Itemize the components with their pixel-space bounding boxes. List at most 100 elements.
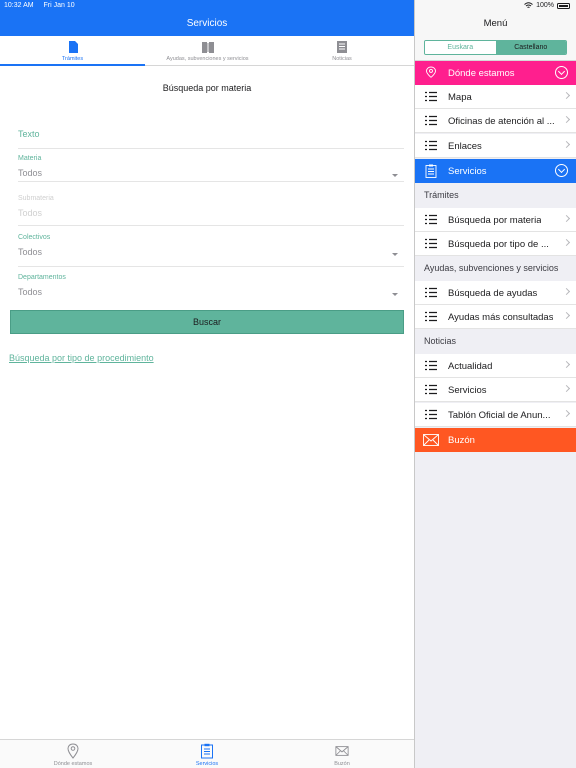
envelope-icon <box>423 434 439 446</box>
departamentos-value: Todos <box>18 287 43 297</box>
menu-item-oficinas[interactable]: Oficinas de atención al ... <box>415 109 576 133</box>
bottom-tab-servicios[interactable]: Servicios <box>167 743 247 767</box>
list-icon <box>425 115 437 126</box>
menu-item-label: Servicios <box>448 166 487 177</box>
submateria-select: Submateria Todos <box>18 195 404 226</box>
submateria-value: Todos <box>18 208 43 218</box>
bottom-tab-buzon-label: Buzón <box>334 761 350 767</box>
menu-item-servicios-noticias[interactable]: Servicios <box>415 378 576 402</box>
colectivos-label: Colectivos <box>18 234 51 241</box>
list-icon <box>425 311 437 322</box>
list-icon <box>425 91 437 102</box>
list-icon <box>425 140 437 151</box>
field-underline <box>18 148 404 149</box>
chevron-down-icon <box>392 293 398 296</box>
departamentos-label: Departamentos <box>18 274 66 281</box>
menu-item-label: Tablón Oficial de Anun... <box>448 410 551 421</box>
menu-item-label: Búsqueda por materia <box>448 215 542 226</box>
menu-item-label: Servicios <box>448 385 487 396</box>
tab-noticias[interactable]: Noticias <box>270 36 414 66</box>
menu-item-busqueda-tipo[interactable]: Búsqueda por tipo de ... <box>415 232 576 256</box>
chevron-circle-down-icon <box>555 66 568 79</box>
chevron-right-icon <box>562 360 571 369</box>
section-header-label: Noticias <box>424 336 457 346</box>
menu-item-busqueda-ayudas[interactable]: Búsqueda de ayudas <box>415 281 576 305</box>
nav-title: Servicios <box>186 18 228 29</box>
bottom-tab-servicios-label: Servicios <box>195 761 219 767</box>
menu-item-donde-estamos[interactable]: Dónde estamos <box>415 61 576 85</box>
submateria-label: Submateria <box>18 195 54 202</box>
status-bar-left: 10:32 AM Fri Jan 10 <box>4 2 83 9</box>
list-icon <box>425 384 437 395</box>
page-title: Búsqueda por materia <box>162 83 252 93</box>
field-underline <box>18 225 404 226</box>
list-icon <box>425 360 437 371</box>
colectivos-select[interactable]: Colectivos Todos <box>18 234 404 267</box>
language-castellano[interactable]: Castellano <box>495 41 566 54</box>
menu-item-mapa[interactable]: Mapa <box>415 85 576 109</box>
newspaper-icon <box>337 41 347 53</box>
section-header-tramites: Trámites <box>415 183 576 208</box>
menu-item-label: Mapa <box>448 92 472 103</box>
bottom-tab-donde-label: Dónde estamos <box>53 761 93 767</box>
materia-select[interactable]: Materia Todos <box>18 155 404 182</box>
tab-ayudas[interactable]: Ayudas, subvenciones y servicios <box>145 36 270 66</box>
menu-item-tablon[interactable]: Tablón Oficial de Anun... <box>415 403 576 427</box>
chevron-right-icon <box>562 287 571 296</box>
colectivos-value: Todos <box>18 247 43 257</box>
chevron-circle-down-icon <box>555 164 568 177</box>
list-icon <box>425 409 437 420</box>
menu-item-label: Enlaces <box>448 141 482 152</box>
top-tab-bar: Trámites Ayudas, subvenciones y servicio… <box>0 36 414 66</box>
section-header-label: Ayudas, subvenciones y servicios <box>424 263 559 273</box>
list-icon <box>425 287 437 298</box>
chevron-right-icon <box>562 115 571 124</box>
chevron-right-icon <box>562 409 571 418</box>
language-selector: Euskara Castellano <box>424 40 567 55</box>
chevron-right-icon <box>562 140 571 149</box>
chevron-right-icon <box>562 311 571 320</box>
battery-icon <box>557 2 570 9</box>
menu-header: Menú Euskara Castellano <box>415 0 576 61</box>
menu-item-enlaces[interactable]: Enlaces <box>415 134 576 158</box>
menu-item-servicios[interactable]: Servicios <box>415 159 576 183</box>
language-euskara[interactable]: Euskara <box>425 41 496 54</box>
field-underline <box>18 266 404 267</box>
location-pin-icon <box>67 743 79 759</box>
menu-title: Menú <box>483 18 508 29</box>
menu-item-actualidad[interactable]: Actualidad <box>415 354 576 378</box>
list-icon <box>425 238 437 249</box>
bottom-tab-bar: Dónde estamos Servicios Buzón <box>0 739 414 768</box>
menu-item-ayudas-consultadas[interactable]: Ayudas más consultadas <box>415 305 576 329</box>
bottom-tab-buzon[interactable]: Buzón <box>302 743 382 767</box>
tab-tramites[interactable]: Trámites <box>0 36 145 66</box>
chevron-right-icon <box>562 214 571 223</box>
envelope-icon <box>335 746 349 756</box>
menu-item-label: Oficinas de atención al ... <box>448 116 555 127</box>
text-search-field[interactable]: Texto <box>18 129 404 149</box>
menu-item-buzon[interactable]: Buzón <box>415 428 576 452</box>
chevron-right-icon <box>562 384 571 393</box>
location-pin-icon <box>426 66 436 78</box>
menu-item-label: Búsqueda de ayudas <box>448 288 538 299</box>
tab-ayudas-label: Ayudas, subvenciones y servicios <box>166 56 249 62</box>
book-icon <box>201 42 214 53</box>
section-header-noticias: Noticias <box>415 329 576 354</box>
departamentos-select[interactable]: Departamentos Todos <box>18 274 404 301</box>
chevron-right-icon <box>562 238 571 247</box>
menu-item-label: Buzón <box>448 435 475 446</box>
menu-item-label: Actualidad <box>448 361 493 372</box>
list-icon <box>425 214 437 225</box>
clipboard-icon <box>425 164 437 178</box>
menu-item-busqueda-materia[interactable]: Búsqueda por materia <box>415 208 576 232</box>
side-menu: Menú Euskara Castellano Dónde estamos Ma… <box>415 0 576 768</box>
menu-item-label: Ayudas más consultadas <box>448 312 554 323</box>
battery-percent: 100% <box>536 2 554 9</box>
section-header-label: Trámites <box>424 190 459 200</box>
status-bar-right: 100% <box>524 2 570 9</box>
search-button[interactable]: Buscar <box>10 310 404 334</box>
bottom-tab-donde[interactable]: Dónde estamos <box>33 743 113 767</box>
document-icon <box>68 41 78 53</box>
procedure-type-search-link[interactable]: Búsqueda por tipo de procedimiento <box>9 353 154 363</box>
status-date: Fri Jan 10 <box>43 2 75 9</box>
